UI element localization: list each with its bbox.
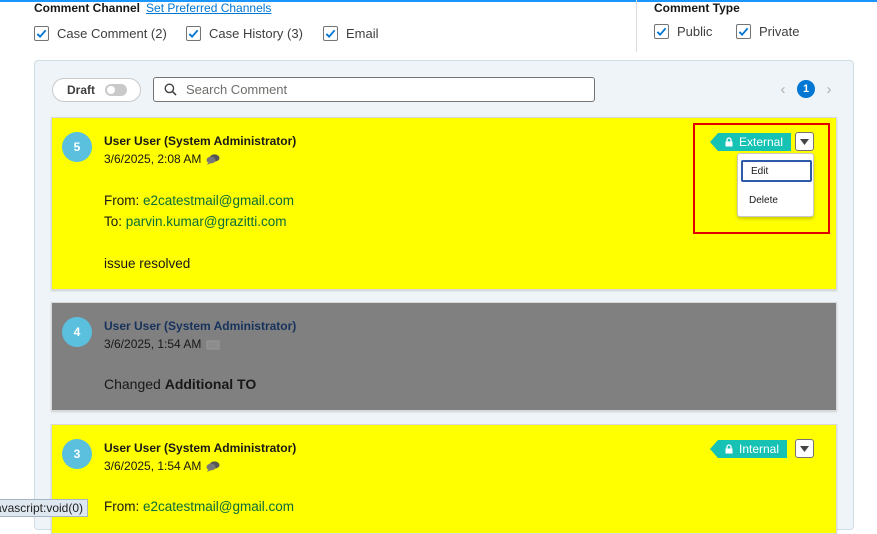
chat-icon — [206, 153, 220, 165]
search-icon — [164, 83, 177, 96]
from-email-link[interactable]: e2catestmail@gmail.com — [143, 193, 294, 208]
comment-date: 3/6/2025, 2:08 AM — [104, 152, 220, 166]
from-email-link[interactable]: e2catestmail@gmail.com — [143, 499, 294, 514]
checkbox-email[interactable]: Email — [323, 26, 379, 41]
draft-toggle[interactable]: Draft — [52, 78, 141, 102]
check-icon — [323, 26, 338, 41]
set-preferred-channels-link[interactable]: Set Preferred Channels — [146, 1, 271, 15]
search-comment-box[interactable] — [153, 77, 595, 102]
comment-author: User User (System Administrator) — [104, 134, 297, 148]
pagination: ‹ 1 › — [773, 79, 839, 99]
visibility-tag-internal: Internal — [709, 440, 788, 458]
check-icon — [186, 26, 201, 41]
browser-status-bar: javascript:void(0) — [0, 499, 88, 517]
checkbox-case-comment[interactable]: Case Comment (2) — [34, 26, 167, 41]
toggle-switch-icon[interactable] — [105, 84, 128, 96]
comment-author: User User (System Administrator) — [104, 319, 297, 333]
comment-body: From: e2catestmail@gmail.com — [104, 499, 295, 514]
checkbox-private[interactable]: Private — [736, 24, 799, 39]
comment-text: issue resolved — [104, 256, 191, 271]
comment-author: User User (System Administrator) — [104, 441, 297, 455]
search-input[interactable] — [186, 82, 586, 97]
comment-type-title: Comment Type — [654, 1, 740, 15]
comment-number-badge: 3 — [62, 439, 92, 469]
filters-divider — [636, 0, 637, 52]
comment-body: Changed Additional TO — [104, 376, 257, 392]
comment-number-badge: 5 — [62, 132, 92, 162]
lock-icon — [725, 444, 733, 454]
page-number[interactable]: 1 — [797, 80, 815, 98]
comment-channel-title: Comment Channel Set Preferred Channels — [34, 1, 272, 15]
highlight-annotation-box — [693, 123, 830, 234]
check-icon — [34, 26, 49, 41]
chevron-down-icon — [800, 445, 809, 452]
history-icon — [206, 340, 220, 349]
to-email-link[interactable]: parvin.kumar@grazitti.com — [126, 214, 287, 229]
check-icon — [654, 24, 669, 39]
check-icon — [736, 24, 751, 39]
prev-page-icon[interactable]: ‹ — [773, 81, 793, 98]
checkbox-public[interactable]: Public — [654, 24, 712, 39]
comment-date: 3/6/2025, 1:54 AM — [104, 337, 220, 351]
comment-card: 4 User User (System Administrator) 3/6/2… — [51, 302, 837, 411]
comment-number-badge: 4 — [62, 317, 92, 347]
comment-actions-dropdown[interactable] — [795, 439, 814, 458]
next-page-icon[interactable]: › — [819, 81, 839, 98]
chat-icon — [206, 460, 220, 472]
filters-bar: Comment Channel Set Preferred Channels Ca… — [0, 0, 877, 60]
comment-date: 3/6/2025, 1:54 AM — [104, 459, 220, 473]
checkbox-case-history[interactable]: Case History (3) — [186, 26, 303, 41]
comment-body: From: e2catestmail@gmail.com To: parvin.… — [104, 190, 294, 274]
